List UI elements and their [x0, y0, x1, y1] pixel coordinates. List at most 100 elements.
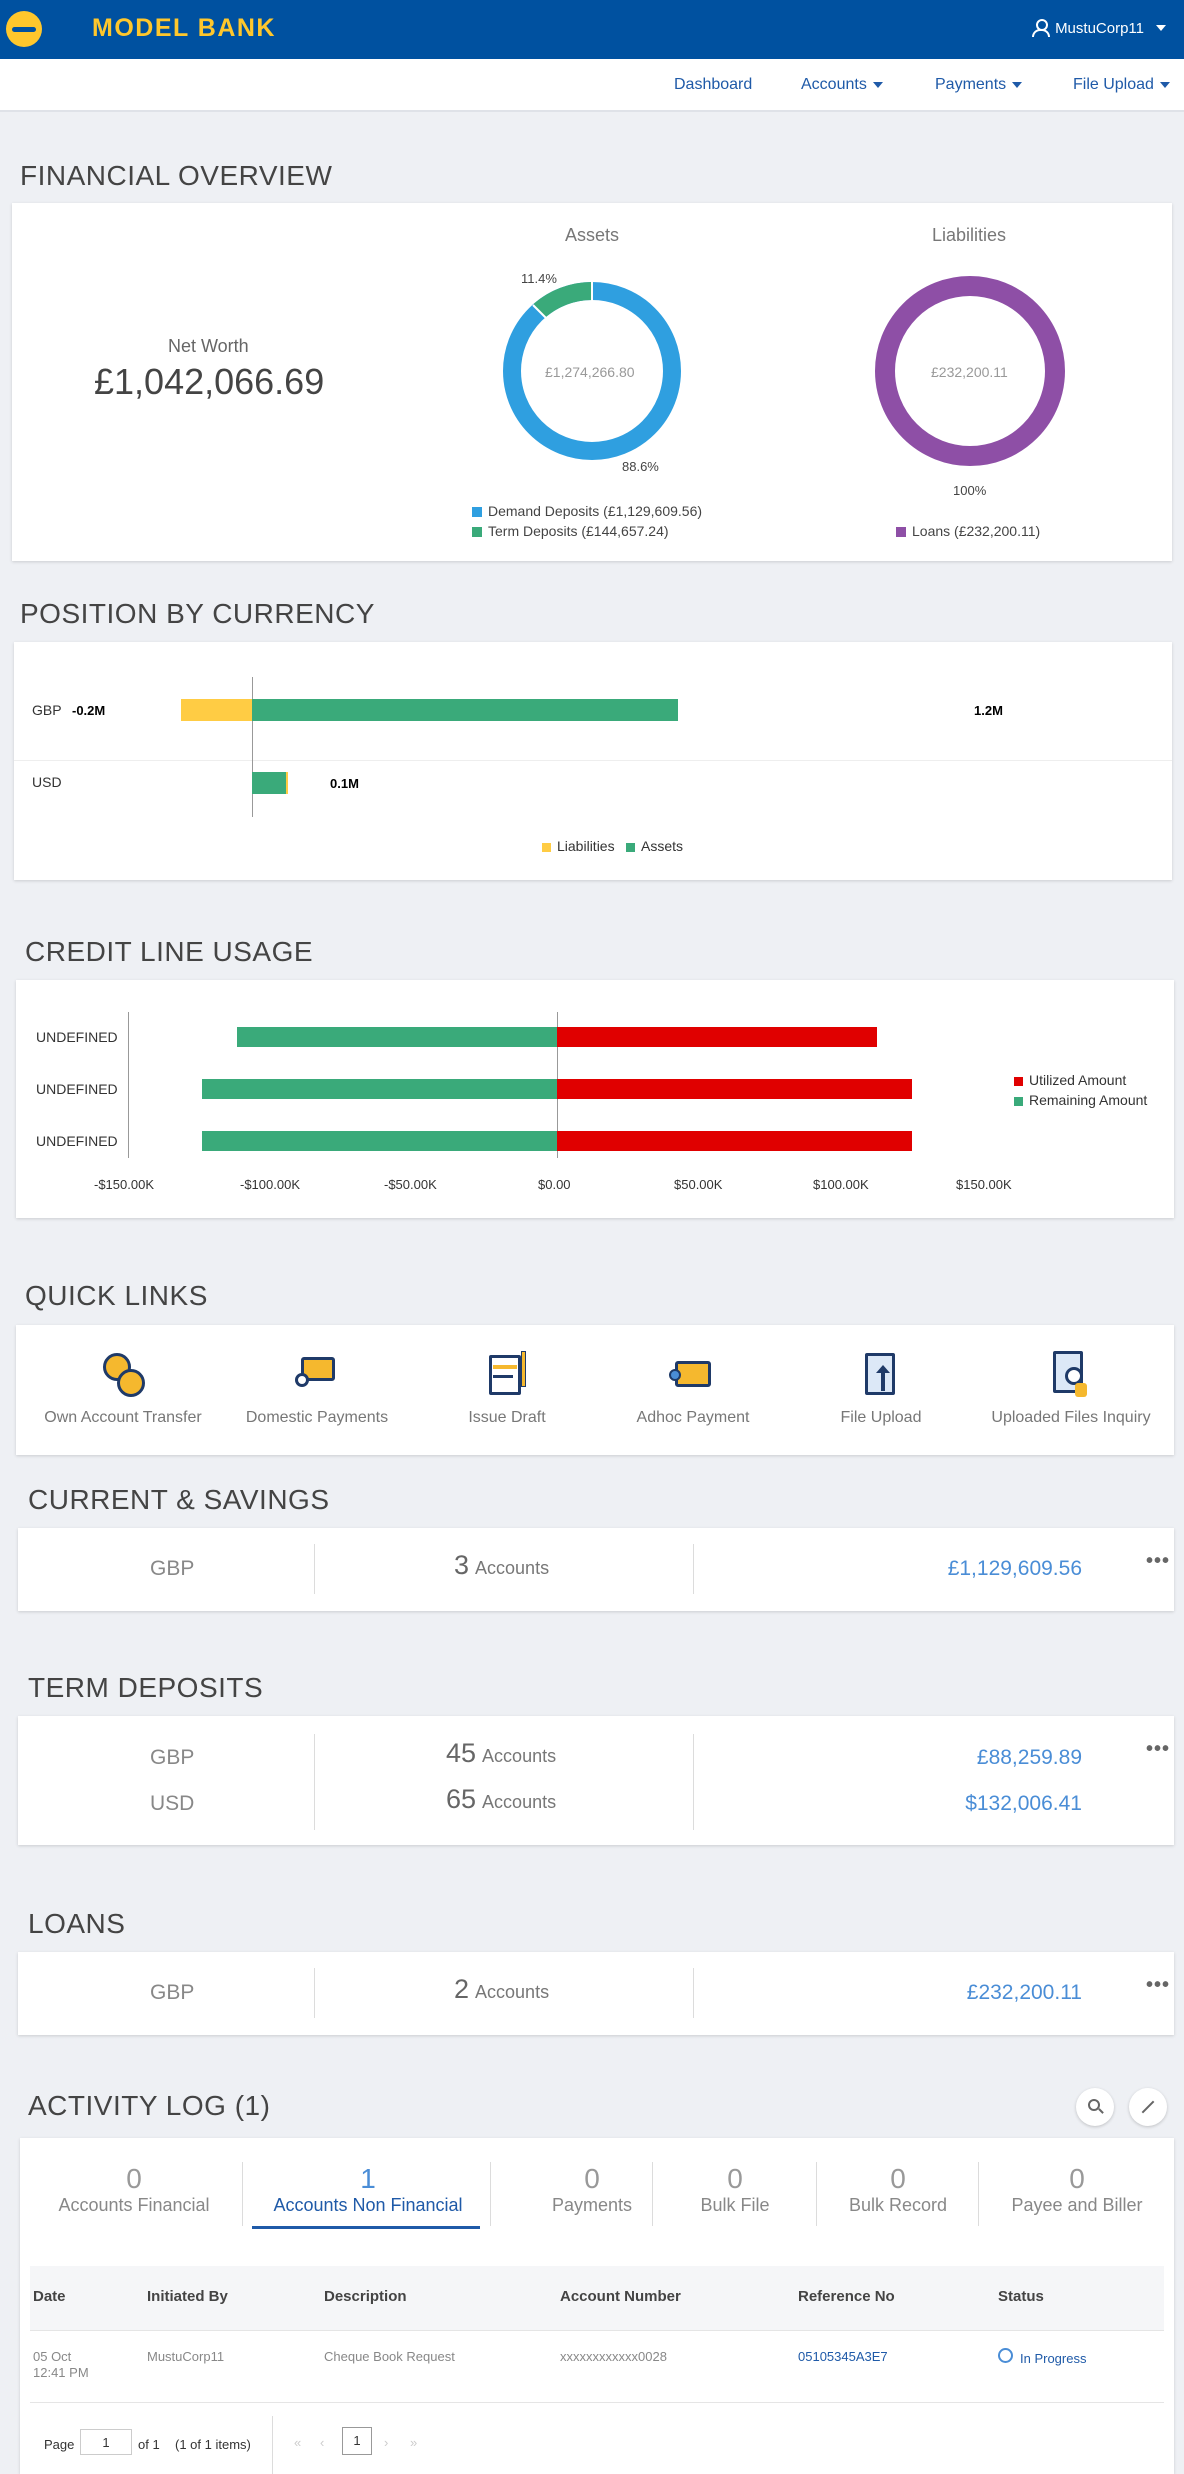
- zero-axis: [252, 677, 253, 817]
- tab-divider: [816, 2162, 817, 2226]
- current-page-button[interactable]: 1: [342, 2427, 372, 2455]
- column-header-account-number[interactable]: Account Number: [560, 2288, 681, 2305]
- tab-label: Payee and Biller: [1011, 2195, 1143, 2215]
- position-data-label: -0.2M: [72, 703, 106, 718]
- financial-overview-title: FINANCIAL OVERVIEW: [20, 160, 333, 191]
- nav-dashboard[interactable]: Dashboard: [674, 76, 752, 94]
- next-page-icon[interactable]: ›: [384, 2435, 388, 2450]
- column-header-date[interactable]: Date: [33, 2288, 66, 2305]
- position-legend-liabilities[interactable]: Liabilities: [542, 838, 615, 854]
- position-bar-usd-assets[interactable]: [252, 772, 288, 794]
- column-header-description[interactable]: Description: [324, 2288, 407, 2305]
- credit-bar-remaining[interactable]: [236, 1027, 557, 1047]
- credit-tick: -$50.00K: [384, 1177, 437, 1192]
- credit-bar-utilized[interactable]: [557, 1079, 912, 1099]
- account-amount[interactable]: $132,006.41: [965, 1792, 1082, 1816]
- more-options-icon[interactable]: •••: [1146, 1738, 1170, 1761]
- column-header-initiated-by[interactable]: Initiated By: [147, 2288, 228, 2305]
- row-description: Cheque Book Request: [324, 2349, 455, 2364]
- currency-label: GBP: [150, 1981, 195, 2004]
- account-count[interactable]: 65 Accounts: [446, 1784, 556, 1815]
- count-label: Accounts: [482, 1746, 557, 1766]
- column-header-status[interactable]: Status: [998, 2288, 1044, 2305]
- nav-label: Payments: [935, 76, 1007, 93]
- quick-link-uploaded-files-inquiry[interactable]: Uploaded Files Inquiry: [976, 1349, 1166, 1427]
- brand-name: MODEL BANK: [92, 14, 276, 42]
- nav-payments[interactable]: Payments: [935, 76, 1023, 94]
- tab-divider: [242, 2162, 243, 2226]
- quick-link-adhoc-payment[interactable]: Adhoc Payment: [598, 1349, 788, 1427]
- main-nav: Dashboard Accounts Payments File Upload: [0, 59, 1184, 112]
- column-divider: [314, 1968, 315, 2018]
- row-account-number: xxxxxxxxxxxx0028: [560, 2349, 667, 2364]
- first-page-icon[interactable]: «: [294, 2435, 301, 2450]
- nav-accounts[interactable]: Accounts: [801, 76, 883, 94]
- account-amount[interactable]: £232,200.11: [967, 1981, 1082, 2005]
- term-deposits-card: GBP USD 45 Accounts 65 Accounts £88,259.89…: [18, 1716, 1174, 1845]
- nav-file-upload[interactable]: File Upload: [1073, 76, 1170, 94]
- account-count[interactable]: 3 Accounts: [454, 1550, 549, 1581]
- position-bar-gbp-assets[interactable]: [252, 699, 679, 721]
- tab-payee-and-biller[interactable]: 0 Payee and Biller: [980, 2163, 1174, 2216]
- liabilities-legend-loans[interactable]: Loans (£232,200.11): [896, 523, 1040, 539]
- credit-tick: -$150.00K: [94, 1177, 154, 1192]
- tab-accounts-non-financial[interactable]: 1 Accounts Non Financial: [254, 2163, 482, 2216]
- chevron-down-icon: [872, 81, 883, 88]
- credit-legend-remaining[interactable]: Remaining Amount: [1014, 1092, 1147, 1108]
- expand-button[interactable]: [1129, 2088, 1167, 2126]
- quick-link-issue-draft[interactable]: Issue Draft: [412, 1349, 602, 1427]
- tab-accounts-financial[interactable]: 0 Accounts Financial: [34, 2163, 234, 2216]
- draft-pen-icon: [481, 1349, 533, 1401]
- account-count[interactable]: 2 Accounts: [454, 1974, 549, 2005]
- assets-pct-demand: 88.6%: [622, 459, 659, 474]
- pager-items-label: (1 of 1 items): [175, 2437, 251, 2452]
- credit-bar-remaining[interactable]: [202, 1079, 557, 1099]
- more-options-icon[interactable]: •••: [1146, 1550, 1170, 1573]
- legend-swatch: [896, 527, 906, 538]
- credit-row-label: UNDEFINED: [36, 1133, 118, 1149]
- credit-bar-remaining[interactable]: [202, 1131, 557, 1151]
- net-worth-value: £1,042,066.69: [94, 361, 325, 402]
- column-header-reference-no[interactable]: Reference No: [798, 2288, 895, 2305]
- legend-label: Loans (£232,200.11): [912, 523, 1041, 539]
- credit-legend-utilized[interactable]: Utilized Amount: [1014, 1072, 1126, 1088]
- row-status: In Progress: [1020, 2351, 1087, 2366]
- term-deposits-title: TERM DEPOSITS: [28, 1672, 264, 1703]
- pager-page-input[interactable]: [80, 2429, 132, 2455]
- user-menu[interactable]: MustuCorp11: [1031, 19, 1166, 37]
- account-amount[interactable]: £1,129,609.56: [948, 1557, 1082, 1581]
- bank-logo-icon[interactable]: [6, 11, 42, 47]
- tab-bulk-record[interactable]: 0 Bulk Record: [818, 2163, 978, 2216]
- credit-bar-utilized[interactable]: [557, 1131, 912, 1151]
- tab-divider: [978, 2162, 979, 2226]
- in-progress-icon: [998, 2348, 1013, 2363]
- position-row-label: USD: [32, 774, 62, 790]
- credit-card: UNDEFINED UNDEFINED UNDEFINED -$150.00K …: [16, 980, 1174, 1218]
- assets-legend-demand[interactable]: Demand Deposits (£1,129,609.56): [472, 503, 702, 519]
- row-reference-link[interactable]: 05105345A3E7: [798, 2349, 888, 2364]
- position-legend-assets[interactable]: Assets: [626, 838, 683, 854]
- quick-link-file-upload[interactable]: File Upload: [786, 1349, 976, 1427]
- assets-legend-term[interactable]: Term Deposits (£144,657.24): [472, 523, 669, 539]
- tab-bulk-file[interactable]: 0 Bulk File: [654, 2163, 816, 2216]
- assets-title: Assets: [565, 225, 620, 245]
- top-bar: MODEL BANK MustuCorp11: [0, 0, 1184, 59]
- more-options-icon[interactable]: •••: [1146, 1974, 1170, 1997]
- quick-link-own-account-transfer[interactable]: Own Account Transfer: [28, 1349, 218, 1427]
- account-amount[interactable]: £88,259.89: [977, 1746, 1082, 1770]
- credit-tick: $150.00K: [956, 1177, 1012, 1192]
- file-upload-icon: [855, 1349, 907, 1401]
- account-count[interactable]: 45 Accounts: [446, 1738, 556, 1769]
- position-bar-gbp-liabilities[interactable]: [180, 699, 252, 721]
- position-data-label: 0.1M: [330, 776, 359, 791]
- prev-page-icon[interactable]: ‹: [320, 2435, 324, 2450]
- last-page-icon[interactable]: »: [410, 2435, 417, 2450]
- credit-row-label: UNDEFINED: [36, 1029, 118, 1045]
- quick-link-domestic-payments[interactable]: Domestic Payments: [222, 1349, 412, 1427]
- credit-bar-utilized[interactable]: [557, 1027, 878, 1047]
- row-divider: [14, 760, 1172, 761]
- count-value: 2: [454, 1974, 470, 2004]
- tab-divider: [490, 2162, 491, 2226]
- row-divider: [30, 2402, 1164, 2403]
- search-button[interactable]: [1076, 2088, 1114, 2126]
